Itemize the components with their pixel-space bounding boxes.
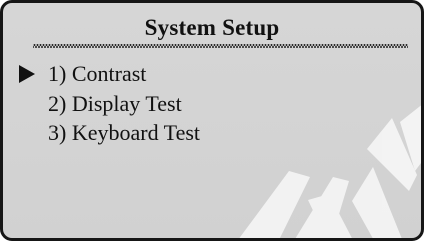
menu-item-contrast[interactable]: 1) Contrast	[3, 59, 263, 89]
menu-item-label: 3) Keyboard Test	[48, 120, 201, 145]
selection-arrow-icon	[19, 65, 35, 83]
menu-item-label: 2) Display Test	[48, 91, 182, 116]
device-screen: System Setup 1) Contrast 2) Display Test…	[0, 0, 424, 241]
menu-item-label: 1) Contrast	[48, 61, 147, 86]
title-divider	[33, 44, 408, 48]
page-title: System Setup	[144, 15, 280, 40]
menu-item-display-test[interactable]: 2) Display Test	[3, 89, 263, 119]
menu-item-keyboard-test[interactable]: 3) Keyboard Test	[3, 118, 263, 148]
header-bar: System Setup	[3, 3, 421, 43]
